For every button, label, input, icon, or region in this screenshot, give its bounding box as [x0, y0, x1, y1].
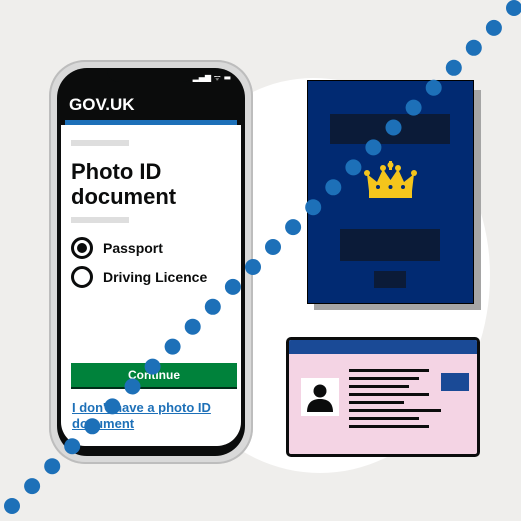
phone-screen-area: ▂▄▆ ᯤ ▬ GOV.UK Photo ID document Passpor… [57, 68, 245, 456]
page-title: Photo ID document [71, 159, 177, 209]
passport-illustration [307, 80, 474, 304]
licence-flag [441, 373, 469, 391]
decoration-dot [485, 19, 502, 36]
licence-text-line [349, 409, 441, 412]
licence-text-line [349, 401, 404, 404]
phone-notch [107, 68, 195, 82]
decoration-dot [506, 0, 521, 16]
radio-label: Passport [103, 240, 163, 256]
skeleton-line [71, 140, 129, 146]
licence-photo [301, 378, 339, 416]
radio-button-checked[interactable] [71, 237, 93, 259]
govuk-header-title[interactable]: GOV.UK [57, 90, 245, 120]
licence-text-line [349, 369, 429, 372]
radio-option-driving-licence[interactable]: Driving Licence [71, 266, 207, 288]
licence-text-line [349, 417, 419, 420]
driving-licence-illustration [286, 337, 480, 457]
radio-label: Driving Licence [103, 269, 208, 285]
decoration-dot [24, 478, 41, 495]
passport-small-placeholder [374, 271, 406, 288]
continue-button[interactable]: Continue [71, 363, 237, 387]
no-photo-id-link[interactable]: I don't have a photo ID document [72, 400, 232, 432]
passport-name-placeholder [330, 114, 450, 144]
decoration-dot [445, 59, 462, 76]
licence-text-line [349, 425, 429, 428]
person-silhouette-icon [307, 384, 333, 412]
status-bar-icons: ▂▄▆ ᯤ ▬ [192, 73, 231, 82]
radio-option-passport[interactable]: Passport [71, 237, 163, 259]
crown-icon [364, 161, 417, 198]
licence-text-line [349, 377, 419, 380]
licence-header-band [289, 340, 477, 354]
skeleton-line [71, 217, 129, 223]
phone-frame: ▂▄▆ ᯤ ▬ GOV.UK Photo ID document Passpor… [49, 60, 253, 464]
radio-button[interactable] [71, 266, 93, 288]
passport-text-placeholder [340, 229, 440, 261]
phone-page: Photo ID document Passport Driving Licen… [61, 125, 241, 446]
decoration-dot [465, 39, 482, 56]
licence-text-line [349, 385, 409, 388]
decoration-dot [44, 458, 61, 475]
licence-text-line [349, 393, 429, 396]
decoration-dot [4, 498, 20, 514]
